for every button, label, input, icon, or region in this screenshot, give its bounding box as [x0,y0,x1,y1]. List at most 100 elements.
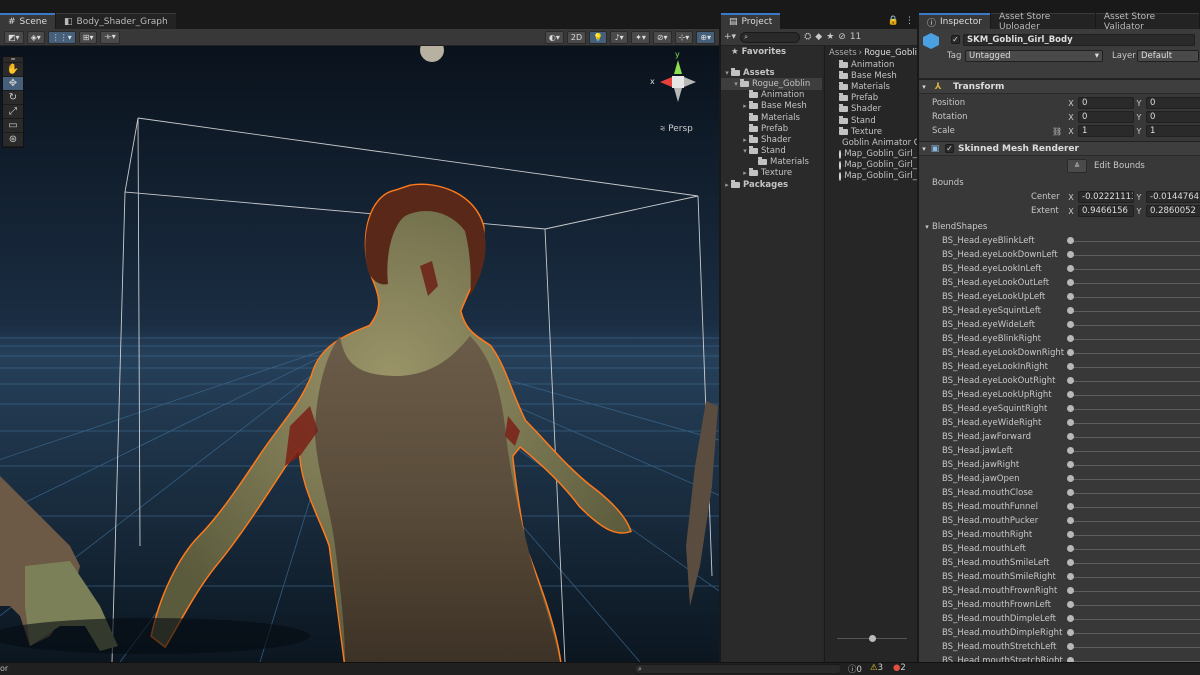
breadcrumb-assets[interactable]: Assets [829,48,857,58]
blendshape-slider-track[interactable] [1071,646,1200,648]
blendshape-slider-knob[interactable] [1067,279,1074,286]
error-count-badge[interactable]: ⓘ0 [848,663,862,675]
console-search-input[interactable]: ⌕ [634,664,842,674]
blendshape-slider-knob[interactable] [1067,517,1074,524]
file-item[interactable]: Texture [825,126,917,137]
transform-tool-icon[interactable]: ⊛ [3,133,23,147]
hidden-packages-icon[interactable]: ⊘ [838,32,846,42]
tab-asset-store-validator[interactable]: Asset Store Validator [1095,12,1199,32]
blendshape-slider-knob[interactable] [1067,377,1074,384]
effects-toggle-icon[interactable]: ✦▾ [631,30,650,44]
tab-body-shader-graph[interactable]: ◧ Body_Shader_Graph [56,13,176,29]
snap-increment-button[interactable]: ⊞▾ [78,30,98,44]
blendshape-slider-track[interactable] [1071,268,1200,270]
blendshape-slider-track[interactable] [1071,450,1200,452]
filter-label-icon[interactable]: ◆ [815,32,822,42]
rect-tool-icon[interactable]: ▭ [3,119,23,133]
scale-tool-icon[interactable]: ⤢ [3,105,23,119]
shading-mode-button[interactable]: ◐▾ [544,30,564,44]
blendshape-slider-track[interactable] [1071,632,1200,634]
extent-x-field[interactable]: 0.9466156 [1078,205,1134,217]
blendshape-slider-track[interactable] [1071,506,1200,508]
warning-count-badge[interactable]: ⚠3 [870,663,883,673]
blendshape-slider-knob[interactable] [1067,307,1074,314]
blendshape-slider-track[interactable] [1071,520,1200,522]
tree-item[interactable]: Prefab [721,123,822,134]
blendshape-slider-knob[interactable] [1067,559,1074,566]
more-menu-icon[interactable]: ⋮ [902,16,917,26]
tab-asset-store-uploader[interactable]: Asset Store Uploader [991,12,1095,32]
blendshape-slider-knob[interactable] [1067,265,1074,272]
blendshape-slider-knob[interactable] [1067,391,1074,398]
file-item[interactable]: Shader [825,104,917,115]
move-tool-icon[interactable]: ✥ [3,77,23,91]
file-item[interactable]: Materials [825,81,917,92]
blendshape-slider-track[interactable] [1071,324,1200,326]
blendshape-slider-track[interactable] [1071,534,1200,536]
blendshape-slider-track[interactable] [1071,254,1200,256]
active-checkbox[interactable]: ✓ [951,35,960,44]
center-y-field[interactable]: -0.0144764 [1146,191,1200,203]
blendshape-slider-track[interactable] [1071,366,1200,368]
gizmos-toggle-icon[interactable]: ⊕▾ [696,30,715,44]
blendshape-slider-knob[interactable] [1067,251,1074,258]
blendshape-slider-knob[interactable] [1067,587,1074,594]
tree-item[interactable]: Materials [721,157,822,168]
icon-size-slider-knob[interactable] [869,635,876,642]
blendshape-slider-track[interactable] [1071,422,1200,424]
blendshape-slider-track[interactable] [1071,310,1200,312]
tab-inspector[interactable]: ⓘ Inspector [919,13,990,29]
blendshape-slider-knob[interactable] [1067,503,1074,510]
blendshape-slider-knob[interactable] [1067,601,1074,608]
link-scale-icon[interactable]: ⛓ [1052,127,1062,136]
blendshape-slider-track[interactable] [1071,576,1200,578]
file-item[interactable]: Prefab [825,93,917,104]
tag-dropdown[interactable]: Untagged ▾ [965,50,1103,62]
blendshape-slider-track[interactable] [1071,436,1200,438]
blendshape-slider-track[interactable] [1071,590,1200,592]
hand-tool-icon[interactable]: ✋ [3,63,23,77]
message-count-badge[interactable]: ●2 [893,663,906,673]
move-snap-button[interactable]: ⟛▾ [100,30,120,44]
tree-item[interactable]: Materials [721,112,822,123]
blendshape-slider-track[interactable] [1071,338,1200,340]
rotate-tool-icon[interactable]: ↻ [3,91,23,105]
tree-item[interactable]: Animation [721,90,822,101]
favorite-star-icon[interactable]: ★ [826,32,834,42]
tool-handle-position-button[interactable]: ◩▾ [4,30,24,44]
blendshape-slider-knob[interactable] [1067,321,1074,328]
status-menu-icon[interactable]: or [0,664,8,674]
layer-dropdown[interactable]: Default [1137,50,1199,62]
transform-header[interactable]: ▾ ⅄ Transform [919,79,1200,94]
blendshape-slider-track[interactable] [1071,464,1200,466]
tab-project[interactable]: ▤ Project [721,13,781,29]
lighting-toggle-icon[interactable]: 💡 [589,30,608,44]
blendshape-slider-knob[interactable] [1067,335,1074,342]
blendshape-slider-knob[interactable] [1067,615,1074,622]
blendshape-slider-track[interactable] [1071,296,1200,298]
tree-item[interactable]: ★ Favorites [721,46,822,57]
blendshape-slider-track[interactable] [1071,394,1200,396]
grid-snap-button[interactable]: ⋮⋮▾ [47,30,76,44]
extent-y-field[interactable]: 0.2860052 [1146,205,1200,217]
blendshape-slider-knob[interactable] [1067,447,1074,454]
blendshape-slider-track[interactable] [1071,352,1200,354]
blendshape-slider-track[interactable] [1071,408,1200,410]
renderer-enabled-checkbox[interactable]: ✓ [945,144,954,153]
file-item[interactable]: Base Mesh [825,70,917,81]
lock-icon[interactable]: 🔒 [885,16,902,26]
object-name-field[interactable]: SKM_Goblin_Girl_Body [963,34,1195,46]
persp-label[interactable]: ⩬ Persp [660,124,693,134]
transform-x-field[interactable]: 0 [1078,111,1134,123]
blendshape-slider-track[interactable] [1071,604,1200,606]
blendshapes-foldout[interactable]: ▾ BlendShapes [919,220,1200,234]
blendshape-slider-knob[interactable] [1067,475,1074,482]
blendshape-slider-knob[interactable] [1067,405,1074,412]
project-search-input[interactable]: ⌕ [740,31,801,43]
camera-settings-icon[interactable]: ⊹▾ [674,30,694,44]
file-item[interactable]: Stand [825,115,917,126]
blendshape-slider-knob[interactable] [1067,237,1074,244]
blendshape-slider-knob[interactable] [1067,531,1074,538]
blendshape-slider-knob[interactable] [1067,545,1074,552]
center-x-field[interactable]: -0.02221113 [1078,191,1134,203]
